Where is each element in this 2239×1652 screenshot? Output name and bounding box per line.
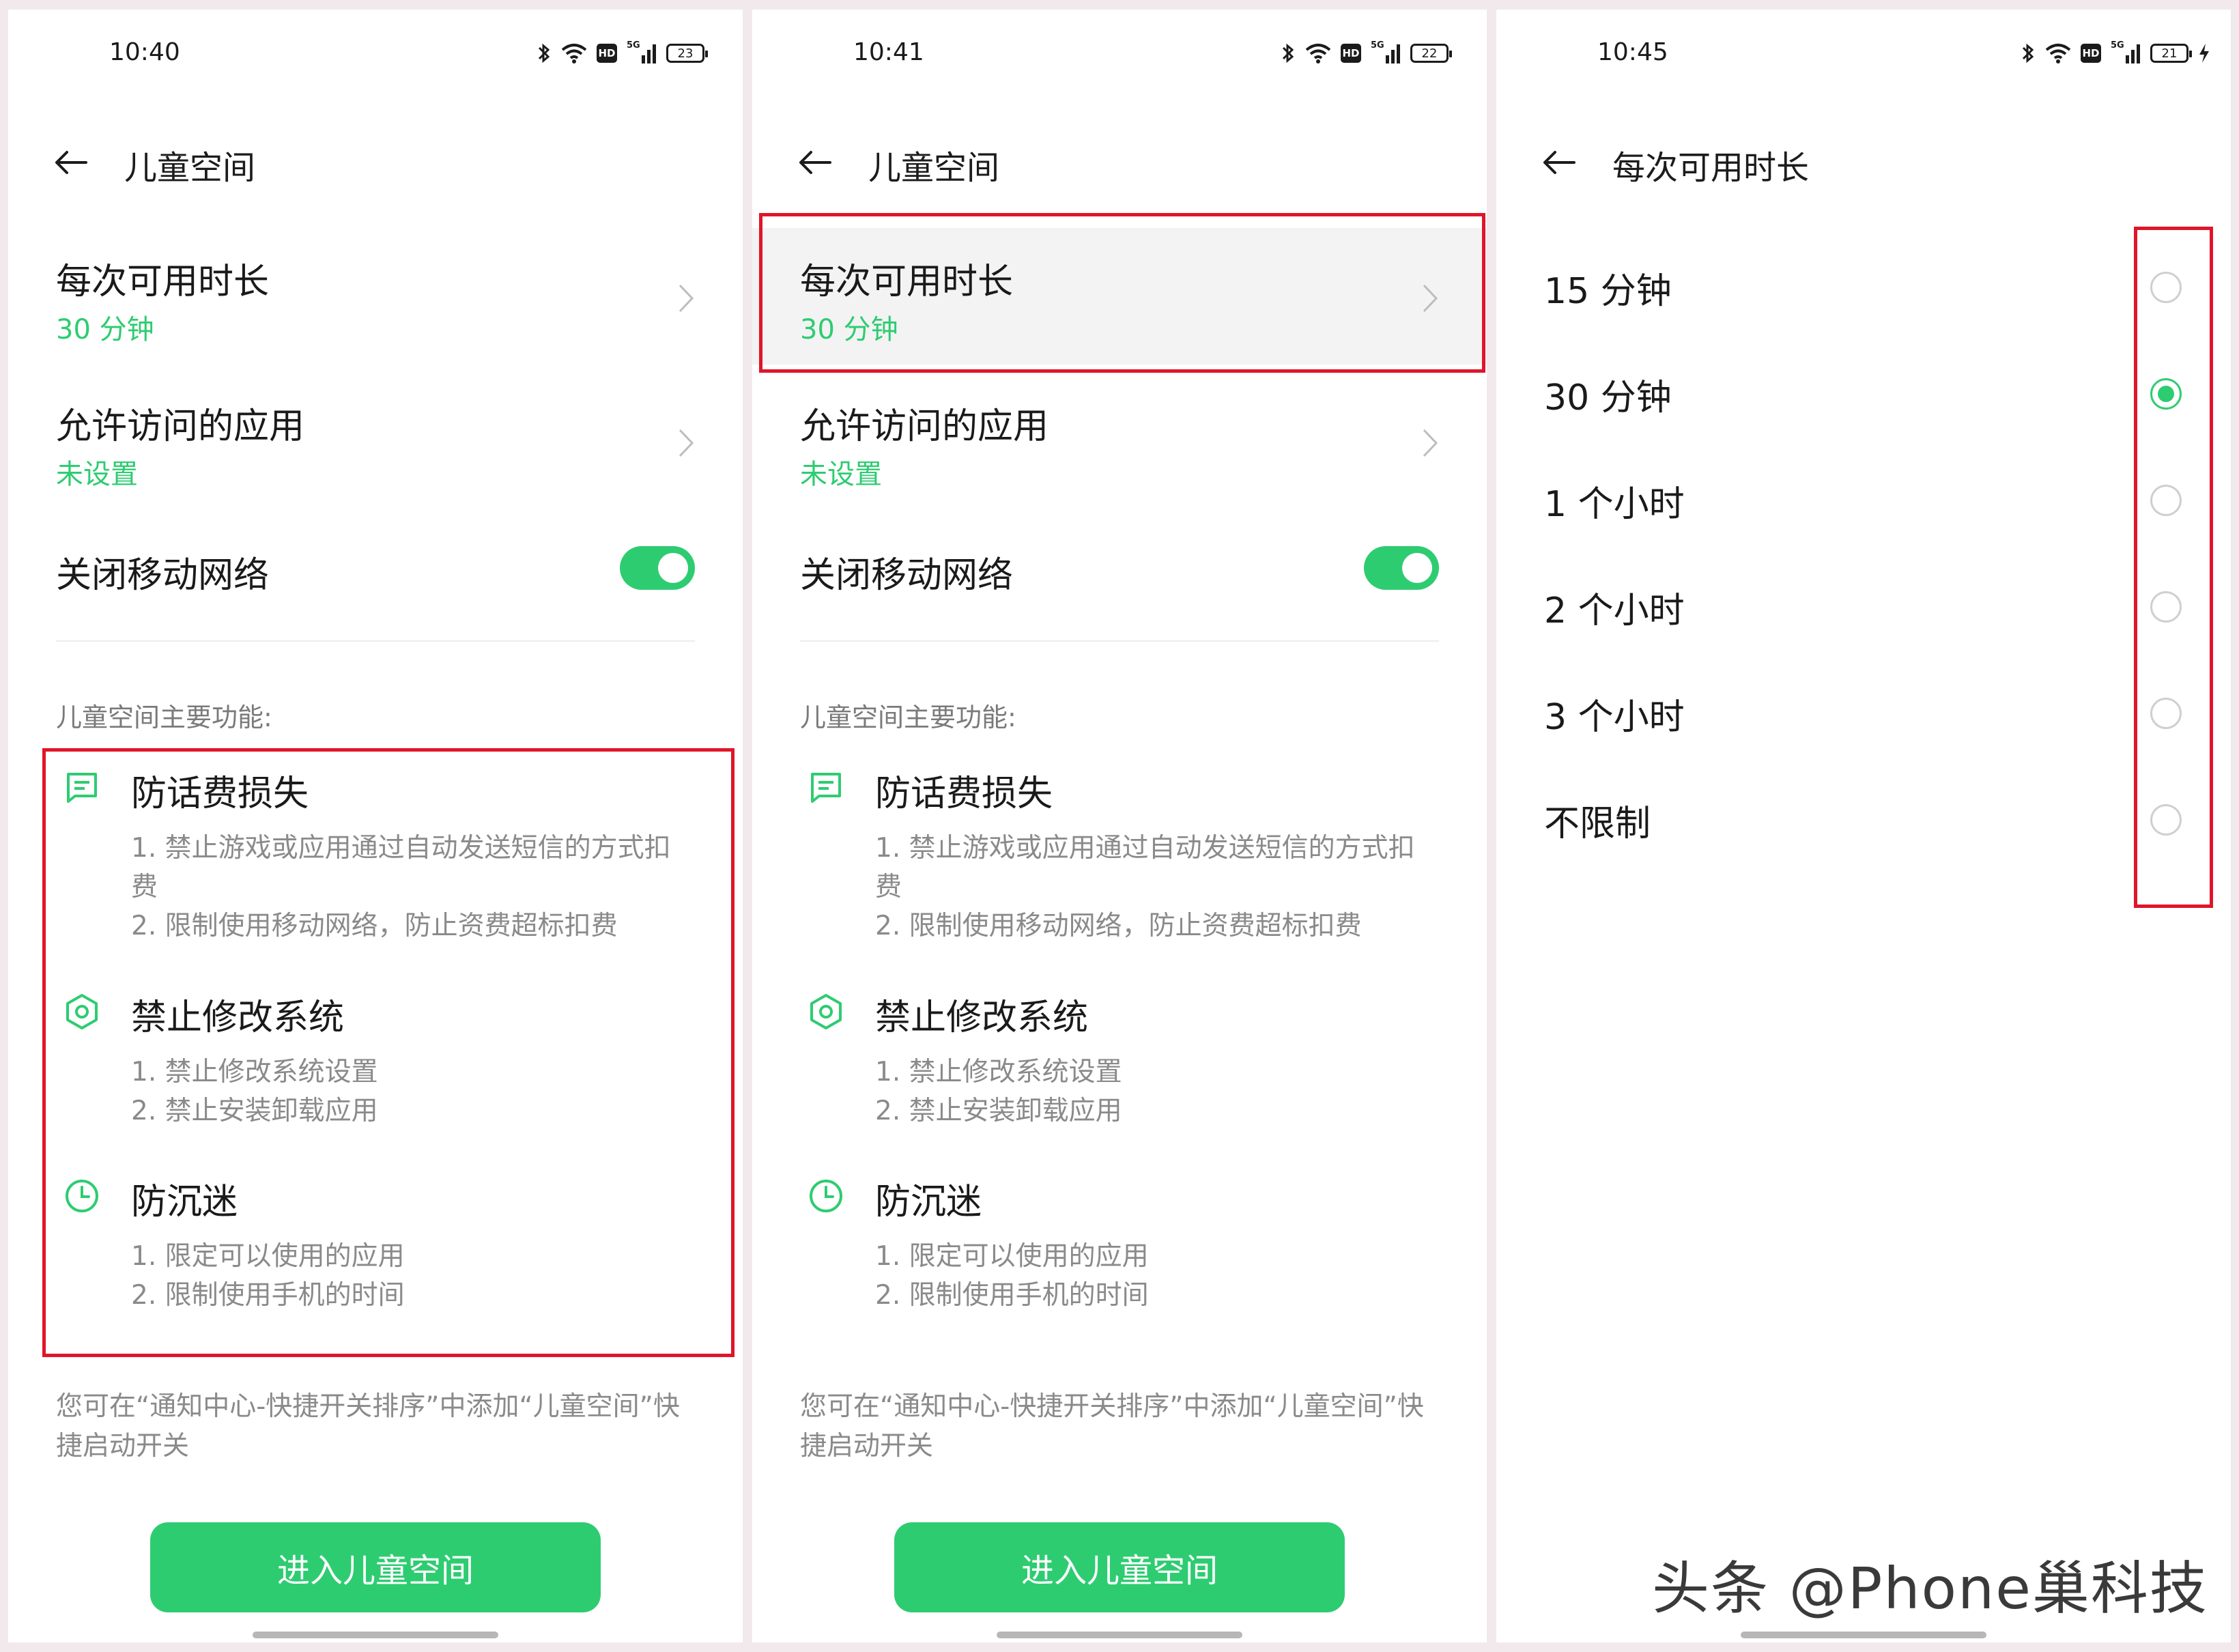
enter-kids-space-button[interactable]: 进入儿童空间 <box>894 1522 1345 1612</box>
5g-signal-icon: 5G <box>2111 40 2141 65</box>
bluetooth-icon <box>1282 43 1294 63</box>
watermark-text: 头条 @Phone巢科技 <box>1652 1555 2208 1622</box>
clock-icon <box>810 1180 842 1212</box>
duration-title: 每次可用时长 <box>56 261 270 302</box>
features-title: 儿童空间主要功能: <box>56 702 272 732</box>
home-indicator[interactable] <box>997 1632 1242 1638</box>
duration-option[interactable]: 30 分钟 <box>1496 352 2231 434</box>
phone-screen-2: 10:41 HD 5G 22 儿童空间 每次可用时长 30 分钟 允许访问的应用… <box>752 10 1487 1642</box>
app-bar: 儿童空间 <box>8 124 743 199</box>
highlight-box-features <box>42 748 735 1357</box>
mobile-network-row: 关闭移动网络 <box>8 528 743 610</box>
duration-option[interactable]: 15 分钟 <box>1496 246 2231 328</box>
hexagon-settings-icon <box>810 994 842 1029</box>
status-bar: 10:40 HD 5G 23 <box>8 10 743 91</box>
status-time: 10:41 <box>853 38 924 66</box>
app-bar: 儿童空间 <box>752 124 1487 199</box>
home-indicator[interactable] <box>1741 1632 1986 1638</box>
phone-screen-3: 10:45 HD 5G 21 每次可用时长 15 分钟 30 分钟 1 个小时 … <box>1496 10 2231 1642</box>
allowed-apps-value: 未设置 <box>56 459 138 490</box>
feature-title: 防沉迷 <box>875 1182 982 1223</box>
feature-title: 防话费损失 <box>875 773 1053 814</box>
chevron-right-icon <box>679 284 694 313</box>
highlight-box-radios <box>2134 227 2213 908</box>
allowed-apps-row[interactable]: 允许访问的应用 未设置 <box>752 373 1487 509</box>
option-label: 15 分钟 <box>1544 271 1672 312</box>
chevron-right-icon <box>1423 429 1438 457</box>
duration-row[interactable]: 每次可用时长 30 分钟 <box>8 228 743 365</box>
feature-desc: 1. 禁止游戏或应用通过自动发送短信的方式扣费 2. 限制使用移动网络，防止资费… <box>875 833 1415 941</box>
app-bar: 每次可用时长 <box>1496 124 2231 199</box>
hd-icon: HD <box>2081 44 2101 63</box>
battery-icon: 21 <box>2150 44 2192 63</box>
hd-icon: HD <box>1341 44 1361 63</box>
divider <box>56 640 695 642</box>
divider <box>800 640 1439 642</box>
5g-signal-icon: 5G <box>1371 40 1401 65</box>
duration-option[interactable]: 不限制 <box>1496 778 2231 860</box>
highlight-box-duration <box>759 213 1485 373</box>
duration-option[interactable]: 3 个小时 <box>1496 672 2231 754</box>
features-title: 儿童空间主要功能: <box>800 702 1016 732</box>
allowed-apps-value: 未设置 <box>800 459 882 490</box>
page-title: 每次可用时长 <box>1612 149 1810 187</box>
chevron-right-icon <box>679 429 694 457</box>
allowed-apps-title: 允许访问的应用 <box>56 406 305 447</box>
feature-desc: 1. 限定可以使用的应用 2. 限制使用手机的时间 <box>875 1241 1149 1311</box>
back-arrow-icon[interactable] <box>51 142 91 183</box>
duration-option[interactable]: 1 个小时 <box>1496 459 2231 541</box>
back-arrow-icon[interactable] <box>795 142 836 183</box>
feature-title: 禁止修改系统 <box>875 997 1089 1038</box>
mobile-network-title: 关闭移动网络 <box>800 555 1014 596</box>
status-bar: 10:45 HD 5G 21 <box>1496 10 2231 91</box>
status-icons: HD 5G 22 <box>1281 40 1452 67</box>
option-label: 不限制 <box>1544 803 1651 844</box>
bluetooth-icon <box>2022 43 2034 63</box>
5g-signal-icon: 5G <box>627 40 657 65</box>
shortcut-note: 您可在“通知中心-快捷开关排序”中添加“儿童空间”快捷启动开关 <box>800 1391 1424 1462</box>
option-label: 1 个小时 <box>1544 484 1685 525</box>
battery-icon: 23 <box>666 44 708 63</box>
shortcut-note: 您可在“通知中心-快捷开关排序”中添加“儿童空间”快捷启动开关 <box>56 1391 680 1462</box>
message-icon <box>811 773 841 803</box>
home-indicator[interactable] <box>253 1632 498 1638</box>
hd-icon: HD <box>597 44 617 63</box>
mobile-network-toggle[interactable] <box>620 546 695 590</box>
wifi-icon <box>561 44 587 63</box>
duration-value: 30 分钟 <box>56 314 154 345</box>
option-label: 2 个小时 <box>1544 590 1685 631</box>
bluetooth-icon <box>538 43 550 63</box>
page-title: 儿童空间 <box>868 149 1000 187</box>
status-icons: HD 5G 23 <box>537 40 708 67</box>
mobile-network-toggle[interactable] <box>1364 546 1439 590</box>
option-label: 3 个小时 <box>1544 697 1685 738</box>
enter-kids-space-button[interactable]: 进入儿童空间 <box>150 1522 601 1612</box>
wifi-icon <box>2045 44 2071 63</box>
mobile-network-title: 关闭移动网络 <box>56 555 270 596</box>
charging-bolt-icon <box>2199 44 2209 63</box>
wifi-icon <box>1305 44 1331 63</box>
allowed-apps-row[interactable]: 允许访问的应用 未设置 <box>8 373 743 509</box>
page-title: 儿童空间 <box>124 149 256 187</box>
status-time: 10:45 <box>1597 38 1668 66</box>
status-time: 10:40 <box>109 38 180 66</box>
status-bar: 10:41 HD 5G 22 <box>752 10 1487 91</box>
battery-icon: 22 <box>1410 44 1452 63</box>
mobile-network-row: 关闭移动网络 <box>752 528 1487 610</box>
phone-screen-1: 10:40 HD 5G 23 儿童空间 每次可用时长 30 分钟 允许访问的应用… <box>8 10 743 1642</box>
back-arrow-icon[interactable] <box>1539 142 1580 183</box>
feature-desc: 1. 禁止修改系统设置 2. 禁止安装卸载应用 <box>875 1057 1122 1126</box>
duration-option[interactable]: 2 个小时 <box>1496 565 2231 647</box>
status-icons: HD 5G 21 <box>2021 40 2210 67</box>
allowed-apps-title: 允许访问的应用 <box>800 406 1049 447</box>
option-label: 30 分钟 <box>1544 378 1672 418</box>
